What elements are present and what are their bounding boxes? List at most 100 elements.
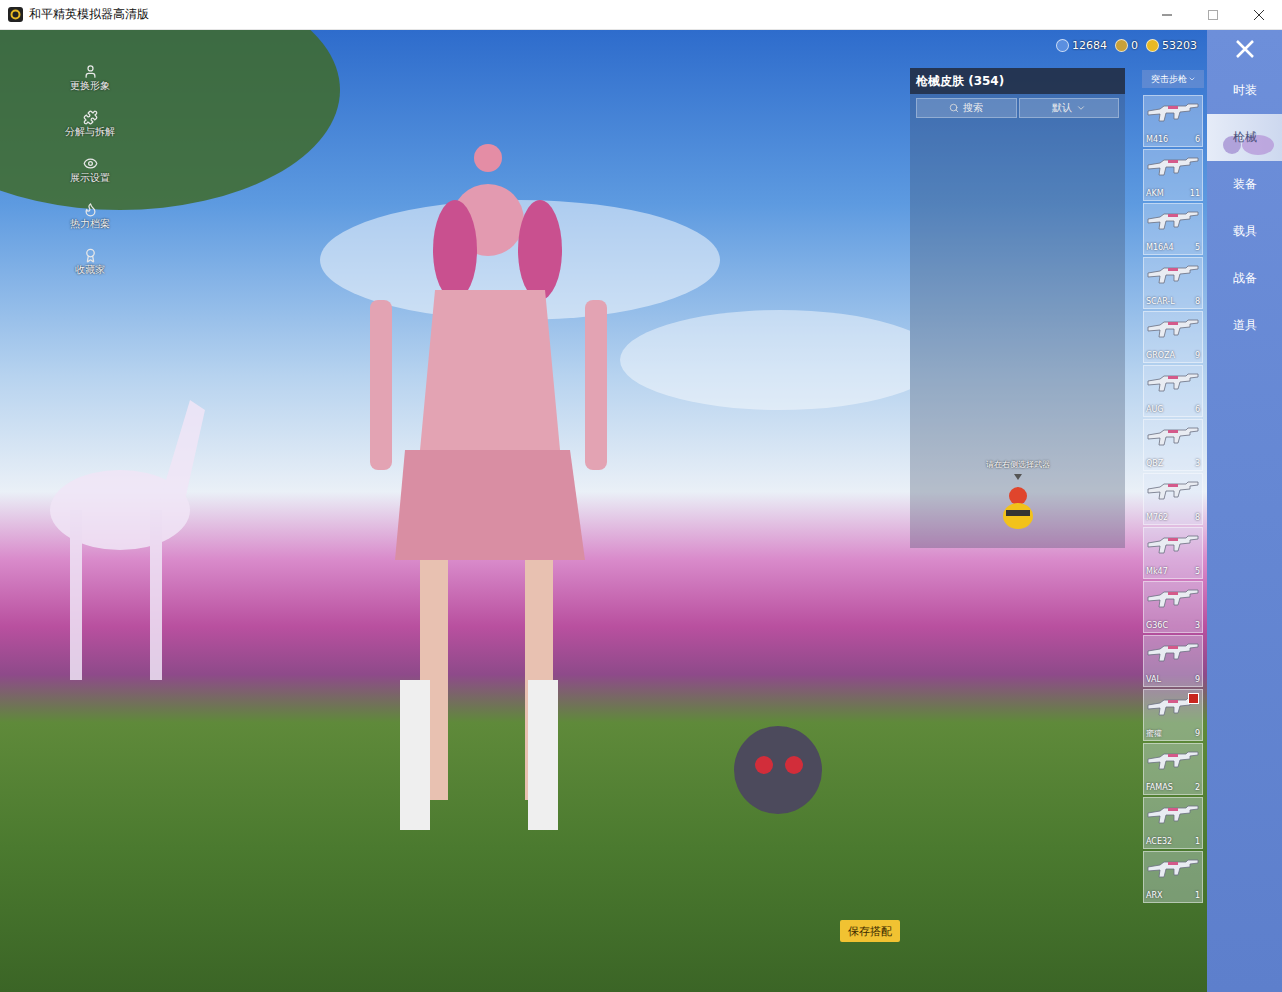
window-title: 和平精英模拟器高清版: [29, 6, 1144, 23]
weapon-tile[interactable]: 蜜獾9: [1143, 689, 1203, 741]
side-menu-item[interactable]: 分解与拆解: [58, 110, 122, 139]
gun-icon: [1146, 639, 1200, 665]
currency: 0: [1115, 39, 1138, 52]
coin-icon: [1146, 39, 1159, 52]
weapon-name: Mk47: [1146, 568, 1168, 577]
gun-icon: [1146, 747, 1200, 773]
search-icon: [949, 103, 959, 113]
currency-bar: 12684 0 53203: [1056, 39, 1197, 52]
weapon-tile[interactable]: G36C3: [1143, 581, 1203, 633]
skin-panel-column: 枪械皮肤 (354)搜索默认请在右侧选择武器: [910, 30, 1125, 992]
weapon-count: 6: [1195, 136, 1200, 145]
category-tab[interactable]: 装备: [1207, 161, 1282, 208]
side-menu: 更换形象分解与拆解展示设置热力档案收藏家: [58, 64, 122, 277]
weapon-info: VAL9: [1146, 676, 1200, 685]
gun-icon: [1146, 585, 1200, 611]
weapon-tile[interactable]: AKM11: [1143, 149, 1203, 201]
menu-item-icon: [83, 202, 98, 217]
weapon-name: ARX: [1146, 892, 1163, 901]
weapon-list: 突击步枪M4166AKM11M16A45SCAR-L8GROZA9AUG6QBZ…: [1141, 30, 1205, 992]
weapon-name: AUG: [1146, 406, 1164, 415]
app-window: 和平精英模拟器高清版 12684 0 53203 更换形象分解与拆解展示设置热力档案收藏…: [0, 0, 1282, 992]
weapon-tile[interactable]: Mk47 5: [1143, 527, 1203, 579]
weapon-tile[interactable]: M4166: [1143, 95, 1203, 147]
weapon-info: AUG6: [1146, 406, 1200, 415]
stage: 更换形象分解与拆解展示设置热力档案收藏家保存搭配: [0, 30, 910, 992]
save-outfit-button[interactable]: 保存搭配: [840, 920, 900, 942]
chevron-down-icon: [1076, 103, 1086, 113]
lobby-scene: 12684053203更换形象分解与拆解展示设置热力档案收藏家保存搭配枪械皮肤 …: [0, 30, 1207, 992]
weapon-tile[interactable]: FAMAS 2: [1143, 743, 1203, 795]
coin-icon: [1115, 39, 1128, 52]
minimize-button[interactable]: [1144, 0, 1190, 30]
gun-icon: [1146, 315, 1200, 341]
mascot-icon: [998, 470, 1038, 534]
sort-dropdown[interactable]: 默认: [1019, 98, 1120, 118]
gun-icon: [1146, 855, 1200, 881]
category-dropdown[interactable]: 突击步枪: [1142, 70, 1204, 88]
minimize-icon: [1162, 10, 1172, 20]
weapon-info: AKM11: [1146, 190, 1200, 199]
gun-icon: [1146, 153, 1200, 179]
gun-icon: [1146, 207, 1200, 233]
maximize-button[interactable]: [1190, 0, 1236, 30]
weapon-tile[interactable]: ACE321: [1143, 797, 1203, 849]
chevron-down-icon: [1188, 75, 1196, 83]
side-menu-item[interactable]: 展示设置: [58, 156, 122, 185]
menu-item-icon: [83, 64, 98, 79]
weapon-info: M16A4 5: [1146, 244, 1200, 253]
category-tab[interactable]: 枪械: [1207, 114, 1282, 161]
weapon-count: 9: [1195, 676, 1200, 685]
app-logo-icon: [8, 7, 23, 22]
close-window-button[interactable]: [1236, 0, 1282, 30]
gun-icon: [1146, 801, 1200, 827]
skin-badge: [1188, 693, 1199, 704]
weapon-name: 蜜獾: [1146, 730, 1162, 739]
weapon-count: 5: [1195, 244, 1200, 253]
weapon-count: 5: [1195, 568, 1200, 577]
side-menu-label: 更换形象: [70, 79, 110, 93]
search-row: 搜索默认: [910, 94, 1125, 122]
weapon-count: 2: [1195, 784, 1200, 793]
category-tab[interactable]: 载具: [1207, 208, 1282, 255]
weapon-name: M16A4: [1146, 244, 1174, 253]
weapon-tile[interactable]: GROZA9: [1143, 311, 1203, 363]
category-tab[interactable]: 战备: [1207, 255, 1282, 302]
side-menu-item[interactable]: 收藏家: [58, 248, 122, 277]
category-tab[interactable]: 时装: [1207, 67, 1282, 114]
weapon-tile[interactable]: SCAR-L8: [1143, 257, 1203, 309]
weapon-name: ACE32: [1146, 838, 1172, 847]
panel-body: 请在右侧选择武器: [910, 122, 1125, 548]
side-menu-label: 分解与拆解: [65, 125, 115, 139]
currency-amount: 12684: [1072, 39, 1107, 52]
weapon-tile[interactable]: ARX1: [1143, 851, 1203, 903]
close-icon: [1235, 39, 1255, 59]
menu-item-icon: [83, 110, 98, 125]
weapon-info: Mk47 5: [1146, 568, 1200, 577]
weapon-tile[interactable]: QBZ3: [1143, 419, 1203, 471]
weapon-info: M4166: [1146, 136, 1200, 145]
search-field[interactable]: 搜索: [916, 98, 1017, 118]
weapon-tile[interactable]: VAL9: [1143, 635, 1203, 687]
close-icon: [1254, 10, 1264, 20]
tab-label: 枪械: [1233, 129, 1257, 146]
weapon-name: AKM: [1146, 190, 1164, 199]
category-tab[interactable]: 道具: [1207, 302, 1282, 349]
gun-icon: [1146, 369, 1200, 395]
title-bar: 和平精英模拟器高清版: [0, 0, 1282, 30]
weapon-tile[interactable]: M7628: [1143, 473, 1203, 525]
weapon-name: FAMAS: [1146, 784, 1173, 793]
weapon-tile[interactable]: AUG6: [1143, 365, 1203, 417]
game-screen: 12684053203更换形象分解与拆解展示设置热力档案收藏家保存搭配枪械皮肤 …: [0, 30, 1282, 992]
side-menu-item[interactable]: 热力档案: [58, 202, 122, 231]
side-menu-item[interactable]: 更换形象: [58, 64, 122, 93]
tab-label: 装备: [1233, 176, 1257, 193]
currency-amount: 53203: [1162, 39, 1197, 52]
menu-item-icon: [83, 156, 98, 171]
weapon-count: 8: [1195, 298, 1200, 307]
currency: 12684: [1056, 39, 1107, 52]
weapon-tile[interactable]: M16A4 5: [1143, 203, 1203, 255]
coin-icon: [1056, 39, 1069, 52]
weapon-info: 蜜獾9: [1146, 730, 1200, 739]
close-button[interactable]: [1207, 30, 1282, 67]
